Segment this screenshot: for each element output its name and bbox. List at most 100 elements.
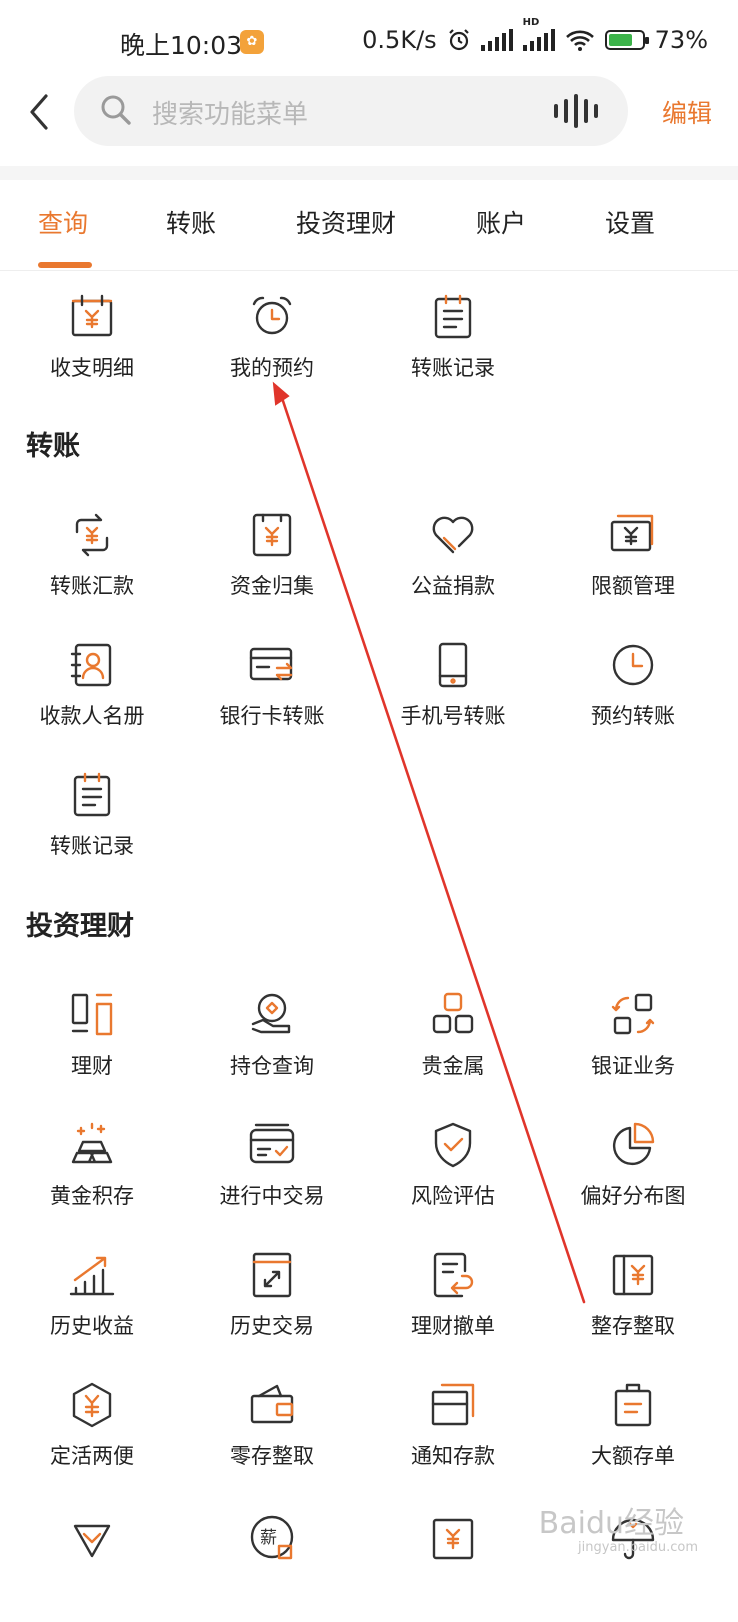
grid-item-income-expense[interactable]: 收支明细 bbox=[0, 292, 184, 402]
bank-securities-icon bbox=[611, 993, 655, 1035]
gold-bars-icon bbox=[71, 1122, 113, 1164]
grid-item-label: 理财撤单 bbox=[411, 1314, 495, 1338]
grid-item-card-transfer[interactable]: 银行卡转账 bbox=[180, 640, 364, 750]
back-arrow-icon[interactable] bbox=[20, 90, 60, 134]
history-trade-icon bbox=[252, 1252, 292, 1298]
grid-item-label: 转账记录 bbox=[50, 834, 134, 858]
grid-item-label: 收支明细 bbox=[50, 356, 134, 380]
grid-item-charity[interactable]: 公益捐款 bbox=[361, 510, 545, 620]
heart-icon bbox=[432, 516, 474, 554]
grid-item-phone-transfer[interactable]: 手机号转账 bbox=[361, 640, 545, 750]
shield-check-icon bbox=[434, 1122, 472, 1168]
voice-input-icon[interactable] bbox=[554, 94, 598, 128]
cancel-order-icon bbox=[433, 1252, 474, 1298]
grid-item-label: 进行中交易 bbox=[219, 1184, 325, 1208]
money-collect-icon bbox=[252, 513, 292, 557]
banknote-icon bbox=[610, 514, 654, 552]
grid-item-lump-deposit[interactable]: 整存整取 bbox=[541, 1250, 725, 1360]
wifi-icon bbox=[565, 30, 594, 51]
svg-text:薪: 薪 bbox=[260, 1528, 277, 1548]
network-speed: 0.5K/s bbox=[362, 26, 437, 54]
exchange-yen-icon bbox=[75, 513, 109, 557]
grid-item-cancel-order[interactable]: 理财撤单 bbox=[361, 1250, 545, 1360]
mobile-phone-icon bbox=[438, 642, 468, 688]
alarm-icon bbox=[448, 29, 469, 51]
grid-item-pending-trade[interactable]: 进行中交易 bbox=[180, 1120, 364, 1230]
grid-item-partial-2[interactable]: 薪 bbox=[180, 1512, 364, 1622]
section-title-invest: 投资理财 bbox=[26, 911, 134, 942]
grid-item-label: 理财 bbox=[71, 1054, 113, 1078]
grid-item-label: 历史交易 bbox=[230, 1314, 314, 1338]
grid-item-history-trade[interactable]: 历史交易 bbox=[180, 1250, 364, 1360]
tab-account[interactable]: 账户 bbox=[476, 204, 526, 240]
grid-item-large-deposit[interactable]: 大额存单 bbox=[541, 1380, 725, 1490]
status-bar: 晚上10:03 ✿ 0.5K/s HD 73% bbox=[0, 0, 738, 84]
grid-item-holdings[interactable]: 持仓查询 bbox=[180, 990, 364, 1100]
grid-item-finance[interactable]: 理财 bbox=[0, 990, 184, 1100]
tab-transfer[interactable]: 转账 bbox=[166, 204, 216, 240]
grid-item-label: 银行卡转账 bbox=[219, 704, 325, 728]
rising-chart-icon bbox=[69, 1256, 115, 1296]
pie-chart-icon bbox=[612, 1122, 655, 1166]
grid-item-risk-assess[interactable]: 风险评估 bbox=[361, 1120, 545, 1230]
grid-item-transfer-record[interactable]: 转账记录 bbox=[361, 292, 545, 402]
hexagon-yen-icon bbox=[72, 1382, 112, 1428]
section-title-transfer: 转账 bbox=[26, 431, 80, 462]
app-notification-icon: ✿ bbox=[240, 30, 264, 54]
deposit-book-icon bbox=[612, 1254, 654, 1296]
clipboard-list-icon bbox=[434, 294, 472, 339]
tab-settings[interactable]: 设置 bbox=[605, 204, 655, 240]
alarm-clock-icon bbox=[252, 296, 292, 335]
grid-item-label: 整存整取 bbox=[591, 1314, 675, 1338]
battery-icon bbox=[604, 30, 649, 50]
grid-item-bank-securities[interactable]: 银证业务 bbox=[541, 990, 725, 1100]
watermark-sub: jingyan.baidu.com bbox=[578, 1540, 698, 1555]
calendar-yen-icon bbox=[71, 294, 113, 337]
grid-item-label: 定活两便 bbox=[50, 1444, 134, 1468]
grid-item-flexible-deposit[interactable]: 定活两便 bbox=[0, 1380, 184, 1490]
grid-item-history-income[interactable]: 历史收益 bbox=[0, 1250, 184, 1360]
grid-item-gold-saving[interactable]: 黄金积存 bbox=[0, 1120, 184, 1230]
grid-item-label: 收款人名册 bbox=[39, 704, 145, 728]
status-right: 0.5K/s HD 73% bbox=[362, 17, 708, 54]
tab-invest[interactable]: 投资理财 bbox=[296, 204, 396, 240]
clipboard-list-icon bbox=[73, 772, 111, 817]
edit-button[interactable]: 编辑 bbox=[662, 94, 712, 130]
grid-item-label: 大额存单 bbox=[591, 1444, 675, 1468]
watermark: Baidu经验 bbox=[538, 1506, 684, 1541]
notice-deposit-icon bbox=[431, 1383, 475, 1426]
grid-item-label: 手机号转账 bbox=[400, 704, 506, 728]
tab-query[interactable]: 查询 bbox=[38, 204, 88, 240]
grid-item-fund-collect[interactable]: 资金归集 bbox=[180, 510, 364, 620]
search-placeholder: 搜索功能菜单 bbox=[152, 100, 309, 130]
grid-item-label: 转账记录 bbox=[411, 356, 495, 380]
grid-item-label: 银证业务 bbox=[591, 1054, 675, 1078]
grid-item-transfer-record-2[interactable]: 转账记录 bbox=[0, 770, 184, 880]
search-input[interactable]: 搜索功能菜单 bbox=[74, 76, 628, 146]
yen-box-icon bbox=[432, 1518, 474, 1560]
grid-item-my-appointment[interactable]: 我的预约 bbox=[180, 292, 364, 402]
large-deposit-icon bbox=[614, 1383, 652, 1427]
finance-icon bbox=[71, 993, 113, 1036]
contact-book-icon bbox=[70, 643, 112, 687]
grid-item-partial-1[interactable] bbox=[0, 1512, 184, 1622]
grid-item-transfer-remit[interactable]: 转账汇款 bbox=[0, 510, 184, 620]
card-transfer-icon bbox=[249, 647, 293, 681]
grid-item-payee-book[interactable]: 收款人名册 bbox=[0, 640, 184, 750]
header: 搜索功能菜单 编辑 bbox=[0, 76, 738, 148]
pending-trade-icon bbox=[249, 1123, 295, 1164]
clock-icon bbox=[612, 644, 654, 686]
grid-item-label: 黄金积存 bbox=[50, 1184, 134, 1208]
grid-item-limit-manage[interactable]: 限额管理 bbox=[541, 510, 725, 620]
grid-item-label: 历史收益 bbox=[50, 1314, 134, 1338]
grid-item-preference-chart[interactable]: 偏好分布图 bbox=[541, 1120, 725, 1230]
grid-item-installment-deposit[interactable]: 零存整取 bbox=[180, 1380, 364, 1490]
status-time: 晚上10:03 bbox=[120, 31, 243, 60]
holdings-icon bbox=[251, 993, 291, 1034]
grid-item-precious-metal[interactable]: 贵金属 bbox=[361, 990, 545, 1100]
grid-item-notice-deposit[interactable]: 通知存款 bbox=[361, 1380, 545, 1490]
header-divider bbox=[0, 166, 738, 180]
grid-item-label: 持仓查询 bbox=[230, 1054, 314, 1078]
grid-item-scheduled-transfer[interactable]: 预约转账 bbox=[541, 640, 725, 750]
grid-item-partial-3[interactable] bbox=[361, 1512, 545, 1622]
